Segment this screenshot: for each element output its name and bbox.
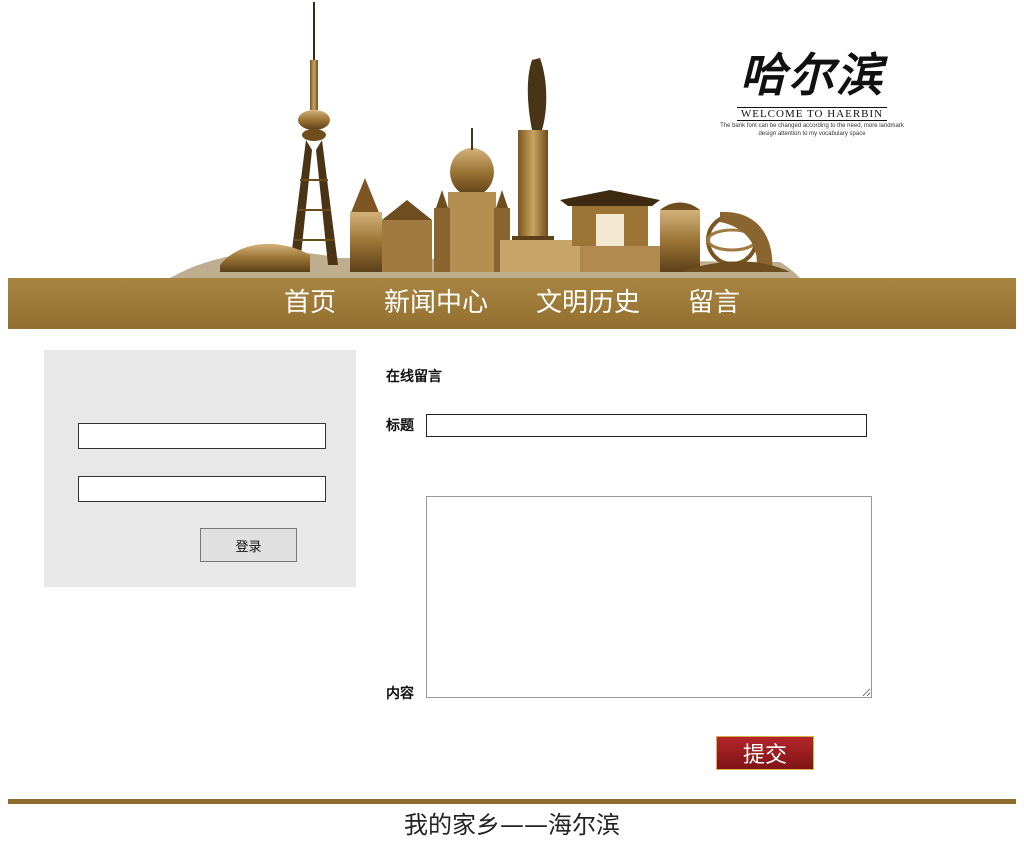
nav-list: 首页 新闻中心 文明历史 留言: [8, 278, 1016, 329]
title-input[interactable]: [426, 414, 867, 437]
password-input[interactable]: [78, 476, 326, 502]
title-label: 标题: [386, 418, 414, 434]
nav-item-history[interactable]: 文明历史: [536, 278, 640, 329]
logo-subtext-line2: design attention to my vocabulary space: [758, 131, 866, 137]
logo-title: 哈尔滨: [740, 48, 884, 102]
content-textarea[interactable]: [426, 496, 872, 698]
username-input[interactable]: [78, 423, 326, 449]
page: 哈尔滨 WELCOME TO HAERBIN The bank font can…: [0, 0, 1024, 847]
harbin-logo: 哈尔滨 WELCOME TO HAERBIN The bank font can…: [712, 48, 912, 138]
login-button[interactable]: 登录: [200, 528, 297, 562]
nav-item-home[interactable]: 首页: [284, 278, 336, 329]
footer-text: 我的家乡——海尔滨: [404, 811, 620, 839]
nav-item-news[interactable]: 新闻中心: [384, 278, 488, 329]
logo-welcome-text: WELCOME TO HAERBIN: [736, 107, 888, 121]
footer-divider: [8, 799, 1016, 804]
logo-subtext-line1: The bank font can be changed according t…: [720, 123, 904, 129]
main-nav: 首页 新闻中心 文明历史 留言: [8, 278, 1016, 329]
nav-item-message[interactable]: 留言: [688, 278, 740, 329]
content-label: 内容: [386, 686, 414, 702]
header-banner: 哈尔滨 WELCOME TO HAERBIN The bank font can…: [0, 0, 1024, 280]
harbin-skyline-image: [170, 2, 800, 278]
login-panel: 登录: [44, 350, 356, 587]
submit-button[interactable]: 提交: [716, 736, 814, 770]
form-heading: 在线留言: [386, 369, 442, 385]
